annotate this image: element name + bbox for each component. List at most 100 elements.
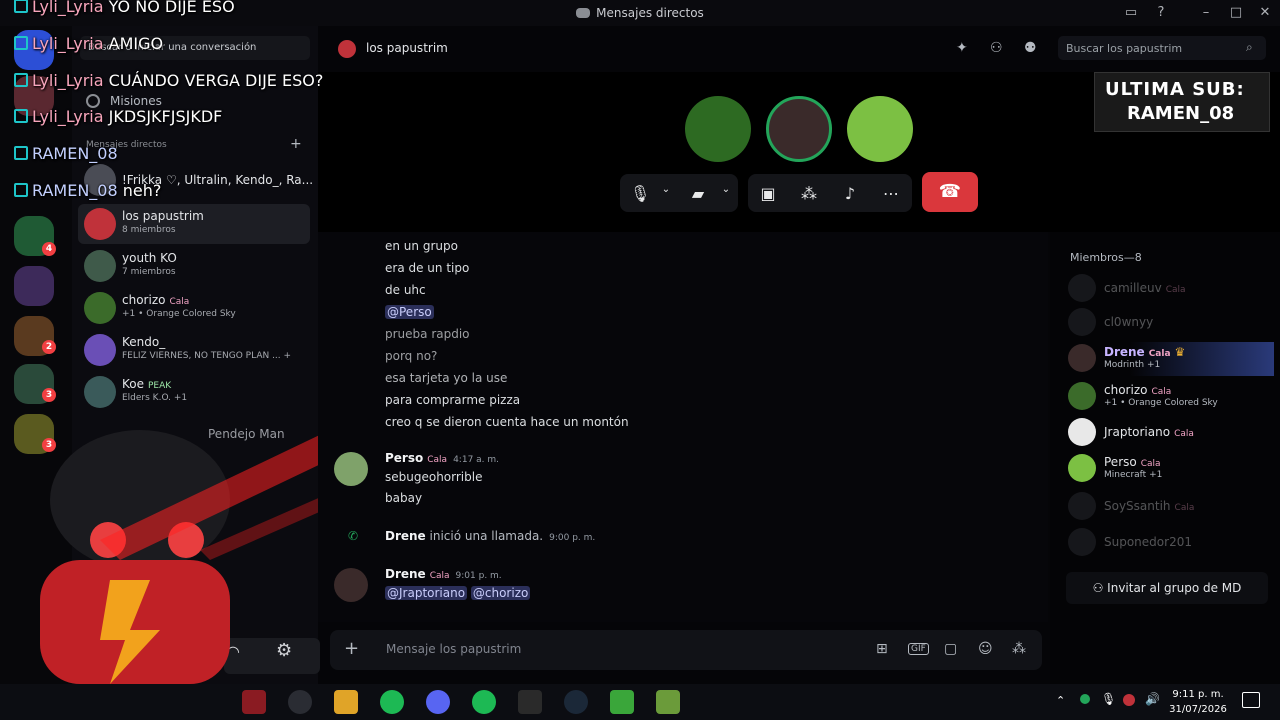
- microphone-icon[interactable]: 🎙: [630, 184, 650, 203]
- overlay-chat-line: Lyli_Lyria AMIGO: [14, 34, 163, 53]
- member-name: cl0wnyy: [1104, 315, 1154, 329]
- inbox-icon[interactable]: ▭: [1120, 4, 1142, 22]
- member-name: Drene Cala ♛: [1104, 345, 1185, 359]
- member-name-text: Jraptoriano: [1104, 425, 1171, 439]
- hang-up-button[interactable]: ☎: [922, 172, 978, 212]
- members-icon[interactable]: ⚉: [1024, 40, 1037, 56]
- clock-time: 9:11 p. m.: [1172, 689, 1224, 700]
- author-name[interactable]: Drene: [385, 567, 426, 581]
- discord-taskbar-icon[interactable]: [426, 690, 450, 714]
- chat-user: Lyli_Lyria: [32, 0, 104, 16]
- avatar[interactable]: [334, 568, 368, 602]
- avatar: [1068, 308, 1096, 336]
- search-icon: ⌕: [1246, 40, 1253, 54]
- invite-button[interactable]: ⚇ Invitar al grupo de MD: [1066, 572, 1268, 604]
- add-attachment-icon[interactable]: +: [344, 638, 359, 659]
- chat-badge-icon: [14, 0, 28, 13]
- overlay-chat-line: Lyli_Lyria JKDSJKFJSJKDF: [14, 107, 222, 126]
- message-text: prueba rapdio: [385, 327, 470, 341]
- emoji-icon[interactable]: ☺: [978, 641, 993, 657]
- minecraft-icon[interactable]: [610, 690, 634, 714]
- author-name[interactable]: Drene: [385, 529, 426, 543]
- soundboard-icon[interactable]: ♪: [840, 184, 860, 203]
- discord-icon: [576, 8, 591, 18]
- chevron-down-icon[interactable]: ⌄: [716, 184, 736, 195]
- member-item[interactable]: Jraptoriano Cala: [1068, 416, 1274, 450]
- call-participant-avatar[interactable]: [766, 96, 832, 162]
- help-icon[interactable]: ?: [1150, 4, 1172, 22]
- add-friends-icon[interactable]: ⚇: [990, 40, 1003, 56]
- dm-item-selected[interactable]: los papustrim 8 miembros: [78, 204, 310, 244]
- member-item[interactable]: camilleuv Cala: [1068, 272, 1274, 306]
- member-item[interactable]: Perso Cala Minecraft +1: [1068, 452, 1274, 486]
- spotify-icon[interactable]: [472, 690, 496, 714]
- chat-badge-icon: [14, 109, 28, 123]
- notification-icon[interactable]: [1242, 692, 1260, 708]
- member-item[interactable]: Suponedor201: [1068, 526, 1274, 560]
- member-activity: Minecraft +1: [1104, 470, 1163, 480]
- chat-text: JKDSJKFJSJKDF: [108, 107, 223, 126]
- author-name[interactable]: Perso: [385, 451, 423, 465]
- tag-label: Cala: [1148, 349, 1171, 359]
- more-options-icon[interactable]: ⋯: [881, 184, 901, 203]
- call-participant-avatar[interactable]: [685, 96, 751, 162]
- tag-label: Cala: [1174, 503, 1195, 513]
- gif-icon[interactable]: GIF: [908, 643, 929, 655]
- invite-label: Invitar al grupo de MD: [1107, 581, 1242, 595]
- chevron-down-icon[interactable]: ⌄: [656, 184, 676, 195]
- add-dm-icon[interactable]: +: [290, 136, 302, 152]
- member-name: chorizo Cala: [1104, 383, 1171, 397]
- steam-icon[interactable]: [564, 690, 588, 714]
- chat-badge-icon: [14, 146, 28, 160]
- avatar: [84, 250, 116, 282]
- apps-icon[interactable]: ⁂: [1012, 641, 1026, 657]
- member-item[interactable]: Drene Cala ♛ Modrinth +1: [1068, 342, 1274, 376]
- file-explorer-icon[interactable]: [334, 690, 358, 714]
- sub-name: RAMEN_08: [1127, 103, 1235, 124]
- mention[interactable]: @Jraptoriano: [385, 586, 468, 600]
- call-participant-avatar[interactable]: [847, 96, 913, 162]
- tray-mic-icon[interactable]: 🎙: [1101, 692, 1116, 706]
- mention[interactable]: @Perso: [385, 305, 434, 319]
- epic-games-icon[interactable]: [518, 690, 542, 714]
- tray-app-icon[interactable]: [1123, 694, 1135, 706]
- pin-icon[interactable]: ✦: [956, 40, 968, 56]
- avatar[interactable]: [334, 452, 368, 486]
- camera-off-icon[interactable]: ▰: [688, 184, 708, 203]
- gift-icon[interactable]: ⊞: [876, 641, 888, 657]
- member-item[interactable]: SoySsantih Cala: [1068, 490, 1274, 524]
- clock[interactable]: 9:11 p. m. 31/07/2026: [1166, 687, 1230, 717]
- tray-status-icon[interactable]: [1080, 694, 1090, 704]
- tag-label: Cala: [1151, 387, 1172, 397]
- chat-user: Lyli_Lyria: [32, 71, 104, 90]
- volume-icon[interactable]: 🔊: [1145, 692, 1160, 706]
- minecraft-launcher-icon[interactable]: [656, 690, 680, 714]
- tray-chevron-icon[interactable]: ⌃: [1056, 694, 1065, 707]
- screen-share-icon[interactable]: ▣: [758, 184, 778, 203]
- member-name-text: chorizo: [1104, 383, 1148, 397]
- message-text: porq no?: [385, 349, 438, 363]
- overlay-chat-line: RAMEN_08: [14, 144, 118, 163]
- message-input[interactable]: Mensaje los papustrim: [386, 642, 521, 656]
- unread-badge: 4: [42, 242, 56, 256]
- member-item[interactable]: cl0wnyy: [1068, 306, 1274, 340]
- chat-user: Lyli_Lyria: [32, 107, 104, 126]
- settings-icon[interactable]: ⚙: [276, 640, 292, 661]
- member-name: Perso Cala: [1104, 455, 1161, 469]
- missions-label[interactable]: Misiones: [110, 94, 162, 108]
- channel-search-input[interactable]: Buscar los papustrim: [1058, 36, 1266, 60]
- app-icon-xbox[interactable]: [380, 690, 404, 714]
- maximize-button[interactable]: □: [1225, 4, 1247, 22]
- mention[interactable]: @chorizo: [470, 586, 531, 600]
- tag-label: Cala: [427, 455, 448, 465]
- app-icon-valorant[interactable]: [242, 690, 266, 714]
- member-name-text: SoySsantih: [1104, 499, 1171, 513]
- sticker-icon[interactable]: ▢: [944, 641, 957, 657]
- member-item[interactable]: chorizo Cala +1 • Orange Colored Sky: [1068, 380, 1274, 414]
- message-text: en un grupo: [385, 239, 458, 253]
- minimize-button[interactable]: –: [1195, 4, 1217, 22]
- dm-sub: 8 miembros: [122, 225, 176, 235]
- app-icon-obs[interactable]: [288, 690, 312, 714]
- close-button[interactable]: ✕: [1254, 4, 1276, 22]
- activities-icon[interactable]: ⁂: [799, 184, 819, 203]
